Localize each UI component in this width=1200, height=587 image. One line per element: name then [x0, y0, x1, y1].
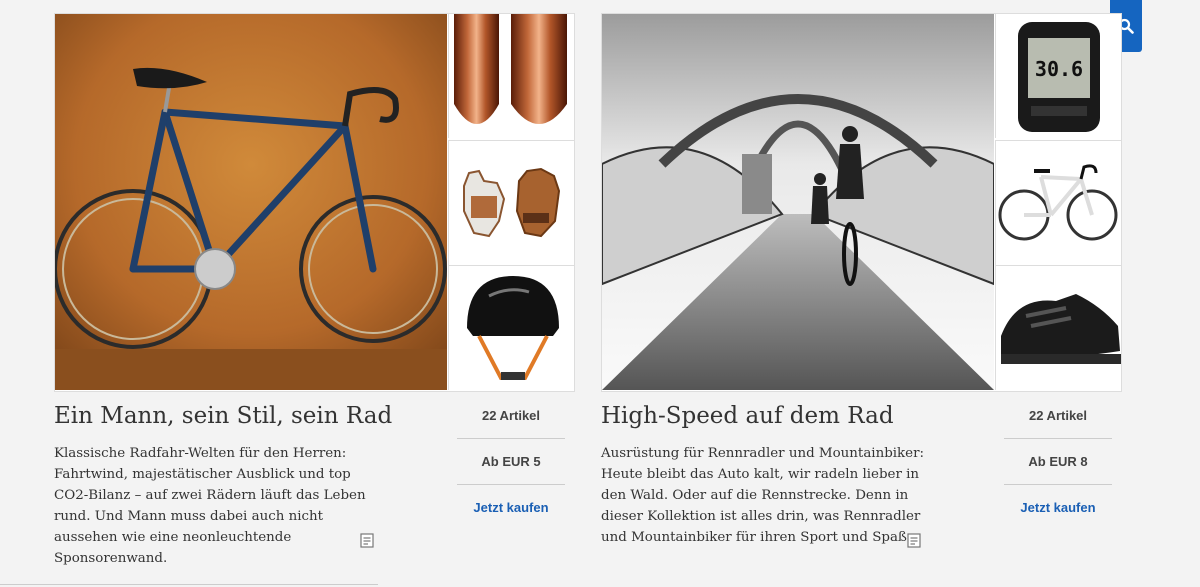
collection-card-1: Ein Mann, sein Stil, sein Rad Klassische…: [54, 13, 575, 566]
collection-description: Klassische Radfahr-Welten für den Herren…: [54, 446, 366, 566]
thumb-cycling-shoe[interactable]: [995, 265, 1121, 390]
hero-image-vintage-bike[interactable]: [55, 14, 447, 390]
collection-title[interactable]: Ein Mann, sein Stil, sein Rad: [54, 403, 414, 429]
thumb-road-bike[interactable]: [995, 140, 1121, 265]
collection-description: Ausrüstung für Rennradler und Mountainbi…: [601, 446, 925, 545]
buy-now-link[interactable]: Jetzt kaufen: [1004, 485, 1112, 530]
collection-card-2: 30.6 High-Speed auf dem Rad Ausrüstung f…: [601, 13, 1122, 548]
thumb-bike-computer[interactable]: 30.6: [995, 14, 1121, 138]
hero-image-bridge-cyclists[interactable]: [602, 14, 994, 390]
image-mosaic[interactable]: 30.6: [601, 13, 1122, 392]
price: Ab EUR 8: [1004, 439, 1112, 485]
article-count: 22 Artikel: [457, 393, 565, 439]
document-icon[interactable]: [360, 533, 374, 548]
thumb-cycling-gloves[interactable]: [448, 140, 574, 265]
collection-meta: 22 Artikel Ab EUR 5 Jetzt kaufen: [457, 393, 565, 530]
svg-text:30.6: 30.6: [1035, 57, 1083, 81]
divider: [0, 584, 378, 585]
thumb-copper-pipe[interactable]: [448, 14, 574, 138]
document-icon[interactable]: [907, 533, 921, 548]
buy-now-link[interactable]: Jetzt kaufen: [457, 485, 565, 530]
thumb-helmet[interactable]: [448, 265, 574, 390]
price: Ab EUR 5: [457, 439, 565, 485]
collection-title[interactable]: High-Speed auf dem Rad: [601, 403, 961, 429]
image-mosaic[interactable]: [54, 13, 575, 392]
collection-meta: 22 Artikel Ab EUR 8 Jetzt kaufen: [1004, 393, 1112, 530]
article-count: 22 Artikel: [1004, 393, 1112, 439]
